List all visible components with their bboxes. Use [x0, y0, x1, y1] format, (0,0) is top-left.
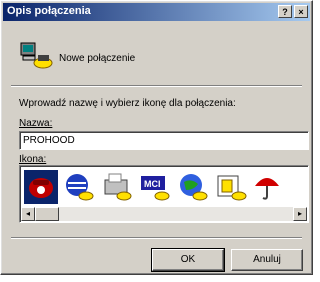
connection-description-dialog: Opis połączenia ? × Nowe połączenie Wpro… — [0, 0, 313, 275]
window-title: Opis połączenia — [7, 5, 91, 17]
mci-icon[interactable]: MCI — [138, 170, 172, 204]
globe-icon[interactable] — [62, 170, 96, 204]
scroll-thumb[interactable] — [35, 207, 59, 221]
phone-icon[interactable] — [24, 170, 58, 204]
icon-list[interactable]: MCI ◂ ▸ — [19, 165, 309, 223]
scroll-left-icon[interactable]: ◂ — [21, 207, 35, 221]
folder-icon[interactable] — [214, 170, 248, 204]
ok-button[interactable]: OK — [151, 248, 225, 272]
cancel-button[interactable]: Anuluj — [231, 249, 303, 271]
icon-scrollbar[interactable]: ◂ ▸ — [21, 207, 307, 221]
help-button[interactable]: ? — [278, 5, 292, 18]
instruction-text: Wprowadź nazwę i wybierz ikonę dla połąc… — [19, 98, 236, 109]
separator — [11, 85, 302, 87]
icon-label: Ikona: — [19, 154, 47, 165]
name-label: Nazwa: — [19, 118, 53, 129]
connection-computer-icon — [20, 42, 53, 69]
umbrella-icon[interactable] — [252, 170, 286, 204]
close-button[interactable]: × — [294, 5, 308, 18]
mci-text: MCI — [144, 179, 161, 189]
network-globe-icon[interactable] — [176, 170, 210, 204]
connection-name-label: Nowe połączenie — [59, 53, 136, 64]
bottom-separator — [11, 237, 302, 239]
name-input[interactable]: PROHOOD — [19, 131, 309, 150]
scroll-right-icon[interactable]: ▸ — [293, 207, 307, 221]
title-bar: Opis połączenia ? × — [3, 3, 310, 21]
fax-icon[interactable] — [100, 170, 134, 204]
